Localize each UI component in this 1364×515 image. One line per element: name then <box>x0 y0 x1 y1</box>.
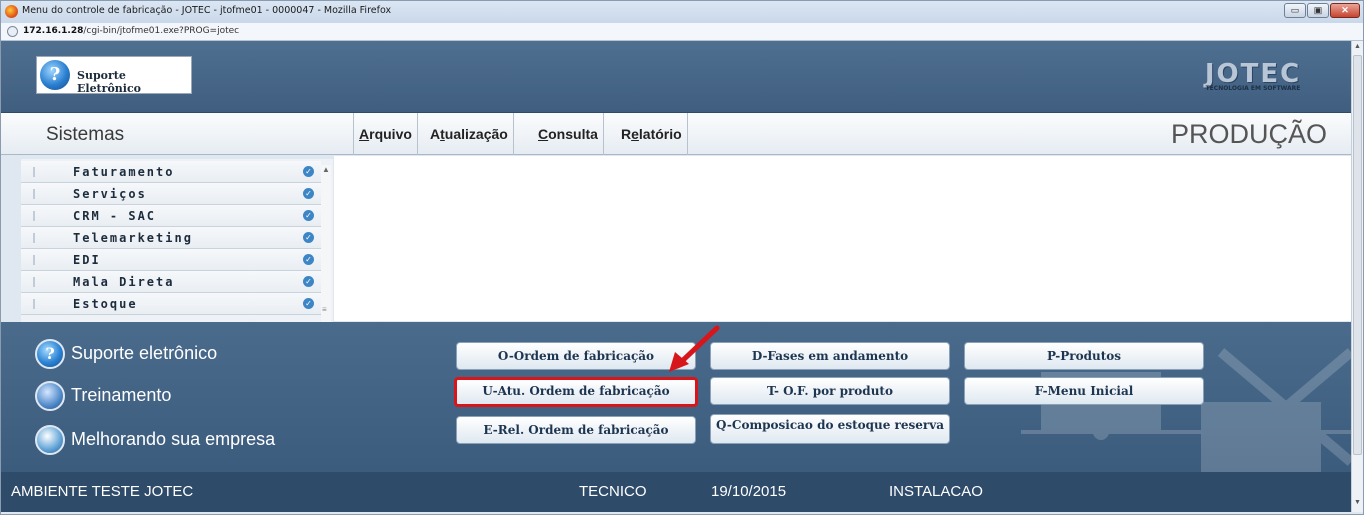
minimize-button[interactable]: ▭ <box>1284 3 1306 18</box>
drag-grip-icon <box>33 189 35 199</box>
suporte-eletronico-label: Suporte Eletrônico <box>77 69 141 95</box>
status-user: TECNICO <box>579 483 647 500</box>
help-question-icon: ? <box>40 60 70 90</box>
drag-grip-icon <box>33 167 35 177</box>
composicao-estoque-button[interactable]: Q-Composicao do estoque reserva <box>710 414 950 444</box>
ordem-fabricacao-button[interactable]: O-Ordem de fabricação <box>456 342 696 370</box>
growth-chart-icon <box>35 425 65 455</box>
sidebar-item-faturamento[interactable]: Faturamento ✓ <box>21 161 321 183</box>
check-icon: ✓ <box>303 210 314 221</box>
page-scrollbar[interactable]: ▲ ▼ <box>1351 41 1363 512</box>
scroll-up-icon[interactable]: ▲ <box>1354 43 1361 50</box>
status-instalacao: INSTALACAO <box>889 483 983 500</box>
atu-ordem-fabricacao-button[interactable]: U-Atu. Ordem de fabricação <box>454 377 698 407</box>
jotec-logo: JOTEC TECNOLOGIA EM SOFTWARE <box>1203 59 1303 93</box>
sistemas-title: Sistemas <box>46 124 125 145</box>
module-title: PRODUÇÃO <box>1170 119 1327 149</box>
close-button[interactable]: ✕ <box>1330 3 1360 18</box>
check-icon: ✓ <box>303 232 314 243</box>
check-icon: ✓ <box>303 276 314 287</box>
logo-tagline: TECNOLOGIA EM SOFTWARE <box>1205 85 1301 92</box>
training-icon <box>35 381 65 411</box>
content-area <box>334 156 1351 321</box>
status-date: 19/10/2015 <box>711 483 787 500</box>
sidebar-item-crm-sac[interactable]: CRM - SAC ✓ <box>21 205 321 227</box>
drag-grip-icon <box>33 233 35 243</box>
status-bar: AMBIENTE TESTE JOTEC TECNICO 19/10/2015 … <box>1 472 1351 512</box>
menu-row: Sistemas Arquivo Atualização Consulta Re… <box>1 113 1351 155</box>
sidebar-item-telemarketing[interactable]: Telemarketing ✓ <box>21 227 321 249</box>
drag-grip-icon <box>33 277 35 287</box>
systems-sidebar: Faturamento ✓ Serviços ✓ CRM - SAC ✓ Telema… <box>21 159 333 323</box>
drag-grip-icon <box>33 299 35 309</box>
app-header: ? Suporte Eletrônico JOTEC TECNOLOGIA EM… <box>1 41 1351 113</box>
menu-inicial-button[interactable]: F-Menu Inicial <box>964 377 1204 405</box>
maximize-button[interactable]: ▣ <box>1307 3 1329 18</box>
globe-icon <box>7 26 18 37</box>
rel-ordem-fabricacao-button[interactable]: E-Rel. Ordem de fabricação <box>456 416 696 444</box>
title-bar: Menu do controle de fabricação - JOTEC -… <box>1 1 1363 23</box>
sidebar-item-servicos[interactable]: Serviços ✓ <box>21 183 321 205</box>
url-text[interactable]: 172.16.1.28/cgi-bin/jtofme01.exe?PROG=jo… <box>23 26 239 36</box>
scroll-down-icon[interactable]: ▼ <box>1354 499 1361 506</box>
check-icon: ✓ <box>303 254 314 265</box>
menu-arquivo[interactable]: Arquivo <box>353 113 418 155</box>
produtos-button[interactable]: P-Produtos <box>964 342 1204 370</box>
drag-grip-icon <box>33 211 35 221</box>
check-icon: ✓ <box>303 188 314 199</box>
menu-atualizacao[interactable]: Atualização <box>425 113 514 155</box>
check-icon: ✓ <box>303 166 314 177</box>
window-title: Menu do controle de fabricação - JOTEC -… <box>22 5 392 16</box>
help-question-icon: ? <box>35 339 65 369</box>
url-path: /cgi-bin/jtofme01.exe?PROG=jotec <box>83 26 240 36</box>
sidebar-item-estoque[interactable]: Estoque ✓ <box>21 293 321 315</box>
status-ambiente: AMBIENTE TESTE JOTEC <box>11 483 194 500</box>
drag-grip-icon <box>33 255 35 265</box>
menu-consulta[interactable]: Consulta <box>533 113 604 155</box>
suporte-eletronico-button[interactable]: ? Suporte Eletrônico <box>36 56 192 95</box>
url-host: 172.16.1.28 <box>23 26 84 36</box>
sidebar-item-mala-direta[interactable]: Mala Direta ✓ <box>21 271 321 293</box>
browser-window: Menu do controle de fabricação - JOTEC -… <box>0 0 1364 515</box>
menu-relatorio[interactable]: Relatório <box>616 113 688 155</box>
firefox-icon <box>5 5 18 18</box>
check-icon: ✓ <box>303 298 314 309</box>
red-arrow-annotation <box>669 325 720 372</box>
scroll-grip-icon[interactable]: ≡ <box>322 305 327 314</box>
address-bar[interactable]: 172.16.1.28/cgi-bin/jtofme01.exe?PROG=jo… <box>1 23 1363 41</box>
fases-andamento-button[interactable]: D-Fases em andamento <box>710 342 950 370</box>
of-por-produto-button[interactable]: T- O.F. por produto <box>710 377 950 405</box>
scroll-thumb[interactable] <box>1353 55 1362 455</box>
sidebar-scrollbar[interactable]: ▲ ≡ <box>321 165 331 323</box>
scroll-up-icon[interactable]: ▲ <box>322 165 330 174</box>
sidebar-item-edi[interactable]: EDI ✓ <box>21 249 321 271</box>
